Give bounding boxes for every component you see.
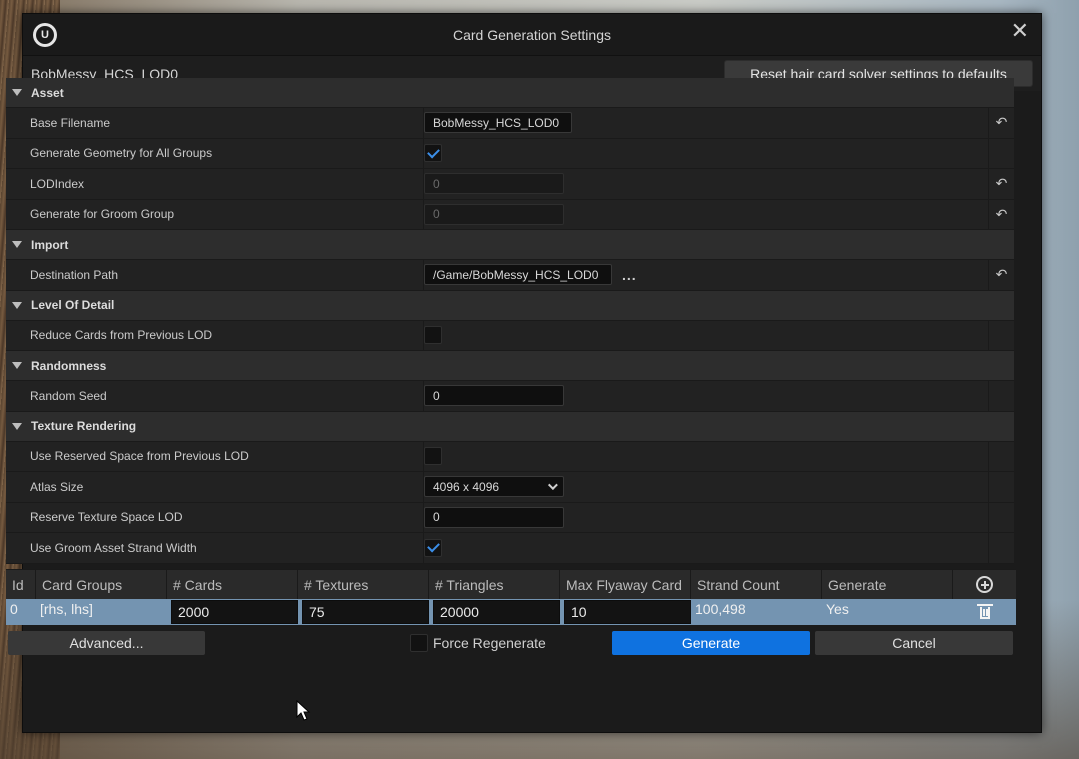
triangles-input[interactable]: 20000 xyxy=(433,600,560,624)
column-header-generate[interactable]: Generate xyxy=(822,570,953,599)
destination-path-input[interactable]: /Game/BobMessy_HCS_LOD0 xyxy=(424,264,612,286)
max-flyaway-input[interactable]: 10 xyxy=(564,600,691,624)
groom-group-input: 0 xyxy=(424,203,564,225)
collapse-arrow-icon[interactable] xyxy=(12,362,22,369)
browse-button[interactable]: ... xyxy=(622,267,637,283)
property-row-random-seed: Random Seed 0 xyxy=(6,381,1014,412)
trash-icon[interactable] xyxy=(976,604,993,619)
reserved-space-checkbox[interactable] xyxy=(424,447,442,466)
table-header: Id Card Groups # Cards # Textures # Tria… xyxy=(6,569,1016,599)
cards-input[interactable]: 2000 xyxy=(171,600,298,624)
chevron-down-icon xyxy=(547,480,558,491)
property-label: Use Reserved Space from Previous LOD xyxy=(6,441,424,471)
property-row-generate-geometry: Generate Geometry for All Groups xyxy=(6,138,1014,169)
property-label: Reduce Cards from Previous LOD xyxy=(6,320,424,350)
collapse-arrow-icon[interactable] xyxy=(12,301,22,309)
cell-card-groups: [rhs, lhs] xyxy=(40,601,93,617)
property-row-reduce-cards: Reduce Cards from Previous LOD xyxy=(6,320,1014,351)
dialog-title: Card Generation Settings xyxy=(453,26,611,43)
add-row-icon[interactable] xyxy=(976,576,993,593)
column-header-textures[interactable]: # Textures xyxy=(298,570,429,599)
textures-input[interactable]: 75 xyxy=(302,600,429,624)
card-groups-table: Id Card Groups # Cards # Textures # Tria… xyxy=(6,569,1016,625)
property-row-destination-path: Destination Path /Game/BobMessy_HCS_LOD0… xyxy=(6,260,1014,291)
collapse-arrow-icon[interactable] xyxy=(12,422,22,430)
cell-generate: Yes xyxy=(826,601,849,617)
atlas-size-dropdown[interactable]: 4096 x 4096 xyxy=(424,476,564,498)
category-randomness[interactable]: Randomness xyxy=(6,351,1014,381)
column-header-strand-count[interactable]: Strand Count xyxy=(691,570,822,599)
category-asset[interactable]: Asset xyxy=(6,78,1014,108)
collapse-arrow-icon[interactable] xyxy=(12,89,22,96)
base-filename-input[interactable]: BobMessy_HCS_LOD0 xyxy=(424,112,572,134)
category-title: Asset xyxy=(31,85,64,100)
property-label: Use Groom Asset Strand Width xyxy=(6,533,424,563)
reset-to-default-icon[interactable]: ↶ xyxy=(996,266,1008,283)
column-header-cards[interactable]: # Cards xyxy=(167,570,298,599)
category-title: Import xyxy=(31,237,69,252)
reserve-texture-lod-input[interactable]: 0 xyxy=(424,506,564,528)
property-label: Generate for Groom Group xyxy=(6,199,424,229)
category-title: Randomness xyxy=(31,358,107,373)
category-import[interactable]: Import xyxy=(6,230,1014,260)
atlas-size-value: 4096 x 4096 xyxy=(433,479,500,494)
column-header-max-flyaway[interactable]: Max Flyaway Card xyxy=(560,570,691,599)
collapse-arrow-icon[interactable] xyxy=(12,241,22,248)
reduce-cards-checkbox[interactable] xyxy=(424,326,442,345)
category-title: Level Of Detail xyxy=(31,298,115,312)
force-regenerate-checkbox[interactable] xyxy=(410,634,428,652)
category-texture-rendering[interactable]: Texture Rendering xyxy=(6,411,1014,442)
cell-strand-count: 100,498 xyxy=(695,601,746,617)
property-row-lod-index: LODIndex 0 ↶ xyxy=(6,169,1014,200)
property-label: Random Seed xyxy=(6,381,424,411)
generate-geometry-checkbox[interactable] xyxy=(424,144,442,163)
close-icon[interactable]: ✕ xyxy=(1011,20,1029,42)
property-label: Atlas Size xyxy=(6,472,424,502)
strand-width-checkbox[interactable] xyxy=(424,538,442,557)
property-row-atlas-size: Atlas Size 4096 x 4096 xyxy=(6,472,1014,503)
title-bar: U Card Generation Settings ✕ xyxy=(23,14,1041,55)
property-label: Reserve Texture Space LOD xyxy=(6,502,424,532)
property-label: LODIndex xyxy=(6,169,424,199)
advanced-button[interactable]: Advanced... xyxy=(8,631,205,655)
unreal-logo-icon: U xyxy=(33,23,57,47)
property-row-reserve-texture-lod: Reserve Texture Space LOD 0 xyxy=(6,502,1014,533)
column-header-card-groups[interactable]: Card Groups xyxy=(36,570,167,599)
force-regenerate-label: Force Regenerate xyxy=(433,635,546,651)
category-level-of-detail[interactable]: Level Of Detail xyxy=(6,290,1014,321)
generate-button[interactable]: Generate xyxy=(612,631,810,655)
reset-to-default-icon[interactable]: ↶ xyxy=(996,114,1008,131)
column-header-id[interactable]: Id xyxy=(6,570,36,599)
lod-index-input: 0 xyxy=(424,173,564,195)
property-row-groom-group: Generate for Groom Group 0 ↶ xyxy=(6,199,1014,230)
cancel-button[interactable]: Cancel xyxy=(815,631,1013,655)
dialog-footer: Advanced... Force Regenerate Generate Ca… xyxy=(6,631,1014,657)
cell-id: 0 xyxy=(10,601,18,617)
property-row-strand-width: Use Groom Asset Strand Width xyxy=(6,533,1014,564)
reset-to-default-icon[interactable]: ↶ xyxy=(996,206,1008,223)
random-seed-input[interactable]: 0 xyxy=(424,385,564,407)
property-label: Generate Geometry for All Groups xyxy=(6,138,424,168)
details-panel: Asset Base Filename BobMessy_HCS_LOD0 ↶ … xyxy=(6,78,1014,564)
mouse-cursor-icon xyxy=(296,700,311,721)
property-label: Base Filename xyxy=(6,108,424,138)
category-title: Texture Rendering xyxy=(31,419,137,433)
property-row-reserved-space: Use Reserved Space from Previous LOD xyxy=(6,441,1014,472)
column-header-triangles[interactable]: # Triangles xyxy=(429,570,560,599)
reset-to-default-icon[interactable]: ↶ xyxy=(996,175,1008,192)
table-row[interactable]: 0 [rhs, lhs] 2000 75 20000 10 100,498 Ye… xyxy=(6,599,1016,625)
property-row-base-filename: Base Filename BobMessy_HCS_LOD0 ↶ xyxy=(6,108,1014,139)
property-label: Destination Path xyxy=(6,260,424,290)
force-regenerate-option[interactable]: Force Regenerate xyxy=(410,631,546,655)
